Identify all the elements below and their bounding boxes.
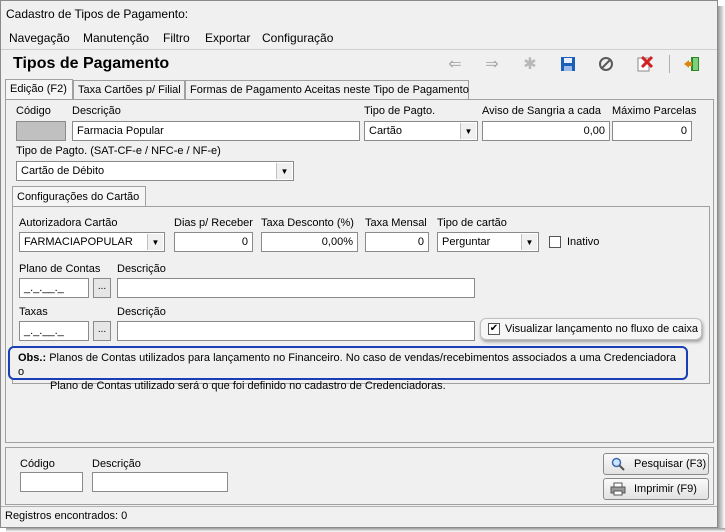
search-codigo-field[interactable] [20, 472, 83, 492]
search-descricao-field[interactable] [92, 472, 228, 492]
descricao-field[interactable]: Farmacia Popular [72, 121, 360, 141]
inativo-label: Inativo [567, 236, 600, 248]
exit-icon[interactable] [681, 54, 703, 74]
obs-prefix: Obs.: [18, 352, 47, 364]
taxas-descricao-label: Descrição [117, 306, 166, 318]
search-icon [610, 456, 626, 472]
tipo-pagto-select[interactable]: Cartão ▼ [364, 121, 478, 141]
window-shadow-right [718, 6, 725, 532]
chevron-down-icon: ▼ [460, 123, 476, 139]
menu-navegacao[interactable]: Navegação [9, 31, 70, 45]
chevron-down-icon: ▼ [521, 234, 537, 250]
search-descricao-label: Descrição [92, 458, 141, 470]
dias-receber-field[interactable]: 0 [174, 232, 253, 252]
obs-line-2: Plano de Contas utilizado será o que foi… [50, 380, 446, 392]
arrow-left-icon[interactable]: ⇐ [444, 54, 466, 74]
taxa-mensal-field[interactable]: 0 [365, 232, 429, 252]
aviso-sangria-label: Aviso de Sangria a cada [482, 105, 602, 117]
autorizadora-label: Autorizadora Cartão [19, 217, 118, 229]
tipo-cartao-select[interactable]: Perguntar ▼ [437, 232, 539, 252]
tab-edicao[interactable]: Edição (F2) [5, 79, 73, 100]
tipo-pagto-sat-select[interactable]: Cartão de Débito ▼ [16, 161, 294, 181]
visualizar-fluxo-caixa-checkbox[interactable]: ✔ [488, 323, 500, 335]
tab-formas-pagamento[interactable]: Formas de Pagamento Aceitas neste Tipo d… [185, 80, 469, 100]
imprimir-label: Imprimir (F9) [634, 483, 697, 495]
plano-descricao-label: Descrição [117, 263, 166, 275]
tipo-cartao-label: Tipo de cartão [437, 217, 507, 229]
obs-note: Obs.: Planos de Contas utilizados para l… [8, 346, 688, 392]
imprimir-button[interactable]: Imprimir (F9) [603, 478, 709, 500]
max-parcelas-label: Máximo Parcelas [612, 105, 697, 117]
aviso-sangria-field[interactable]: 0,00 [482, 121, 610, 141]
visualizar-fluxo-caixa-highlight: ✔ Visualizar lançamento no fluxo de caix… [480, 318, 702, 340]
chevron-down-icon: ▼ [276, 163, 292, 179]
visualizar-fluxo-caixa-label: Visualizar lançamento no fluxo de caixa [505, 323, 699, 335]
menu-bar: Navegação Manutenção Filtro Exportar Con… [1, 29, 717, 47]
tab-configuracoes-cartao[interactable]: Configurações do Cartão [12, 186, 146, 207]
taxa-desconto-label: Taxa Desconto (%) [261, 217, 354, 229]
window-title: Cadastro de Tipos de Pagamento: [6, 7, 189, 21]
tipo-pagto-sat-value: Cartão de Débito [21, 165, 105, 177]
plano-contas-label: Plano de Contas [19, 263, 101, 275]
menu-filtro[interactable]: Filtro [163, 31, 190, 45]
autorizadora-value: FARMACIAPOPULAR [24, 236, 133, 248]
status-bar: Registros encontrados: 0 [1, 506, 717, 526]
arrow-right-icon[interactable]: ⇒ [481, 54, 503, 74]
edit-panel: Código Descrição Farmacia Popular Tipo d… [5, 99, 714, 443]
codigo-label: Código [16, 105, 51, 117]
delete-icon[interactable] [634, 54, 656, 74]
codigo-field[interactable] [16, 121, 66, 141]
toolbar: Tipos de Pagamento ⇐ ⇒ ✱ [1, 49, 717, 79]
plano-descricao-field[interactable] [117, 278, 475, 298]
tipo-cartao-value: Perguntar [442, 236, 491, 248]
toolbar-separator [669, 55, 670, 73]
search-panel: Código Descrição Pesquisar (F3) Imprimir… [5, 447, 714, 505]
taxas-label: Taxas [19, 306, 48, 318]
main-window: Cadastro de Tipos de Pagamento: Navegaçã… [0, 0, 718, 528]
search-codigo-label: Código [20, 458, 55, 470]
dias-receber-label: Dias p/ Receber [174, 217, 253, 229]
window-shadow-bottom [6, 528, 725, 532]
printer-icon [610, 481, 626, 497]
tipo-pagto-sat-label: Tipo de Pagto. (SAT-CF-e / NFC-e / NF-e) [16, 145, 221, 157]
taxa-mensal-label: Taxa Mensal [365, 217, 427, 229]
new-icon[interactable]: ✱ [519, 54, 541, 74]
cancel-icon[interactable] [595, 54, 617, 74]
taxas-descricao-field[interactable] [117, 321, 475, 341]
obs-line-1: Planos de Contas utilizados para lançame… [18, 352, 676, 378]
max-parcelas-field[interactable]: 0 [612, 121, 692, 141]
tipo-pagto-value: Cartão [369, 125, 403, 137]
plano-contas-lookup-button[interactable]: ... [93, 278, 111, 298]
menu-exportar[interactable]: Exportar [205, 31, 250, 45]
save-icon[interactable] [557, 54, 579, 74]
tipo-pagto-label: Tipo de Pagto. [364, 105, 436, 117]
descricao-label: Descrição [72, 105, 121, 117]
pesquisar-button[interactable]: Pesquisar (F3) [603, 453, 709, 475]
autorizadora-select[interactable]: FARMACIAPOPULAR ▼ [19, 232, 165, 252]
tab-taxa-cartoes[interactable]: Taxa Cartões p/ Filial [73, 80, 185, 100]
inativo-checkbox[interactable] [549, 236, 561, 248]
chevron-down-icon: ▼ [147, 234, 163, 250]
taxa-desconto-field[interactable]: 0,00% [261, 232, 358, 252]
menu-manutencao[interactable]: Manutenção [83, 31, 149, 45]
taxas-lookup-button[interactable]: ... [93, 321, 111, 341]
plano-contas-field[interactable]: _._.__._ [19, 278, 89, 298]
page-title: Tipos de Pagamento [13, 55, 170, 72]
menu-configuracao[interactable]: Configuração [262, 31, 333, 45]
pesquisar-label: Pesquisar (F3) [634, 458, 707, 470]
taxas-field[interactable]: _._.__._ [19, 321, 89, 341]
